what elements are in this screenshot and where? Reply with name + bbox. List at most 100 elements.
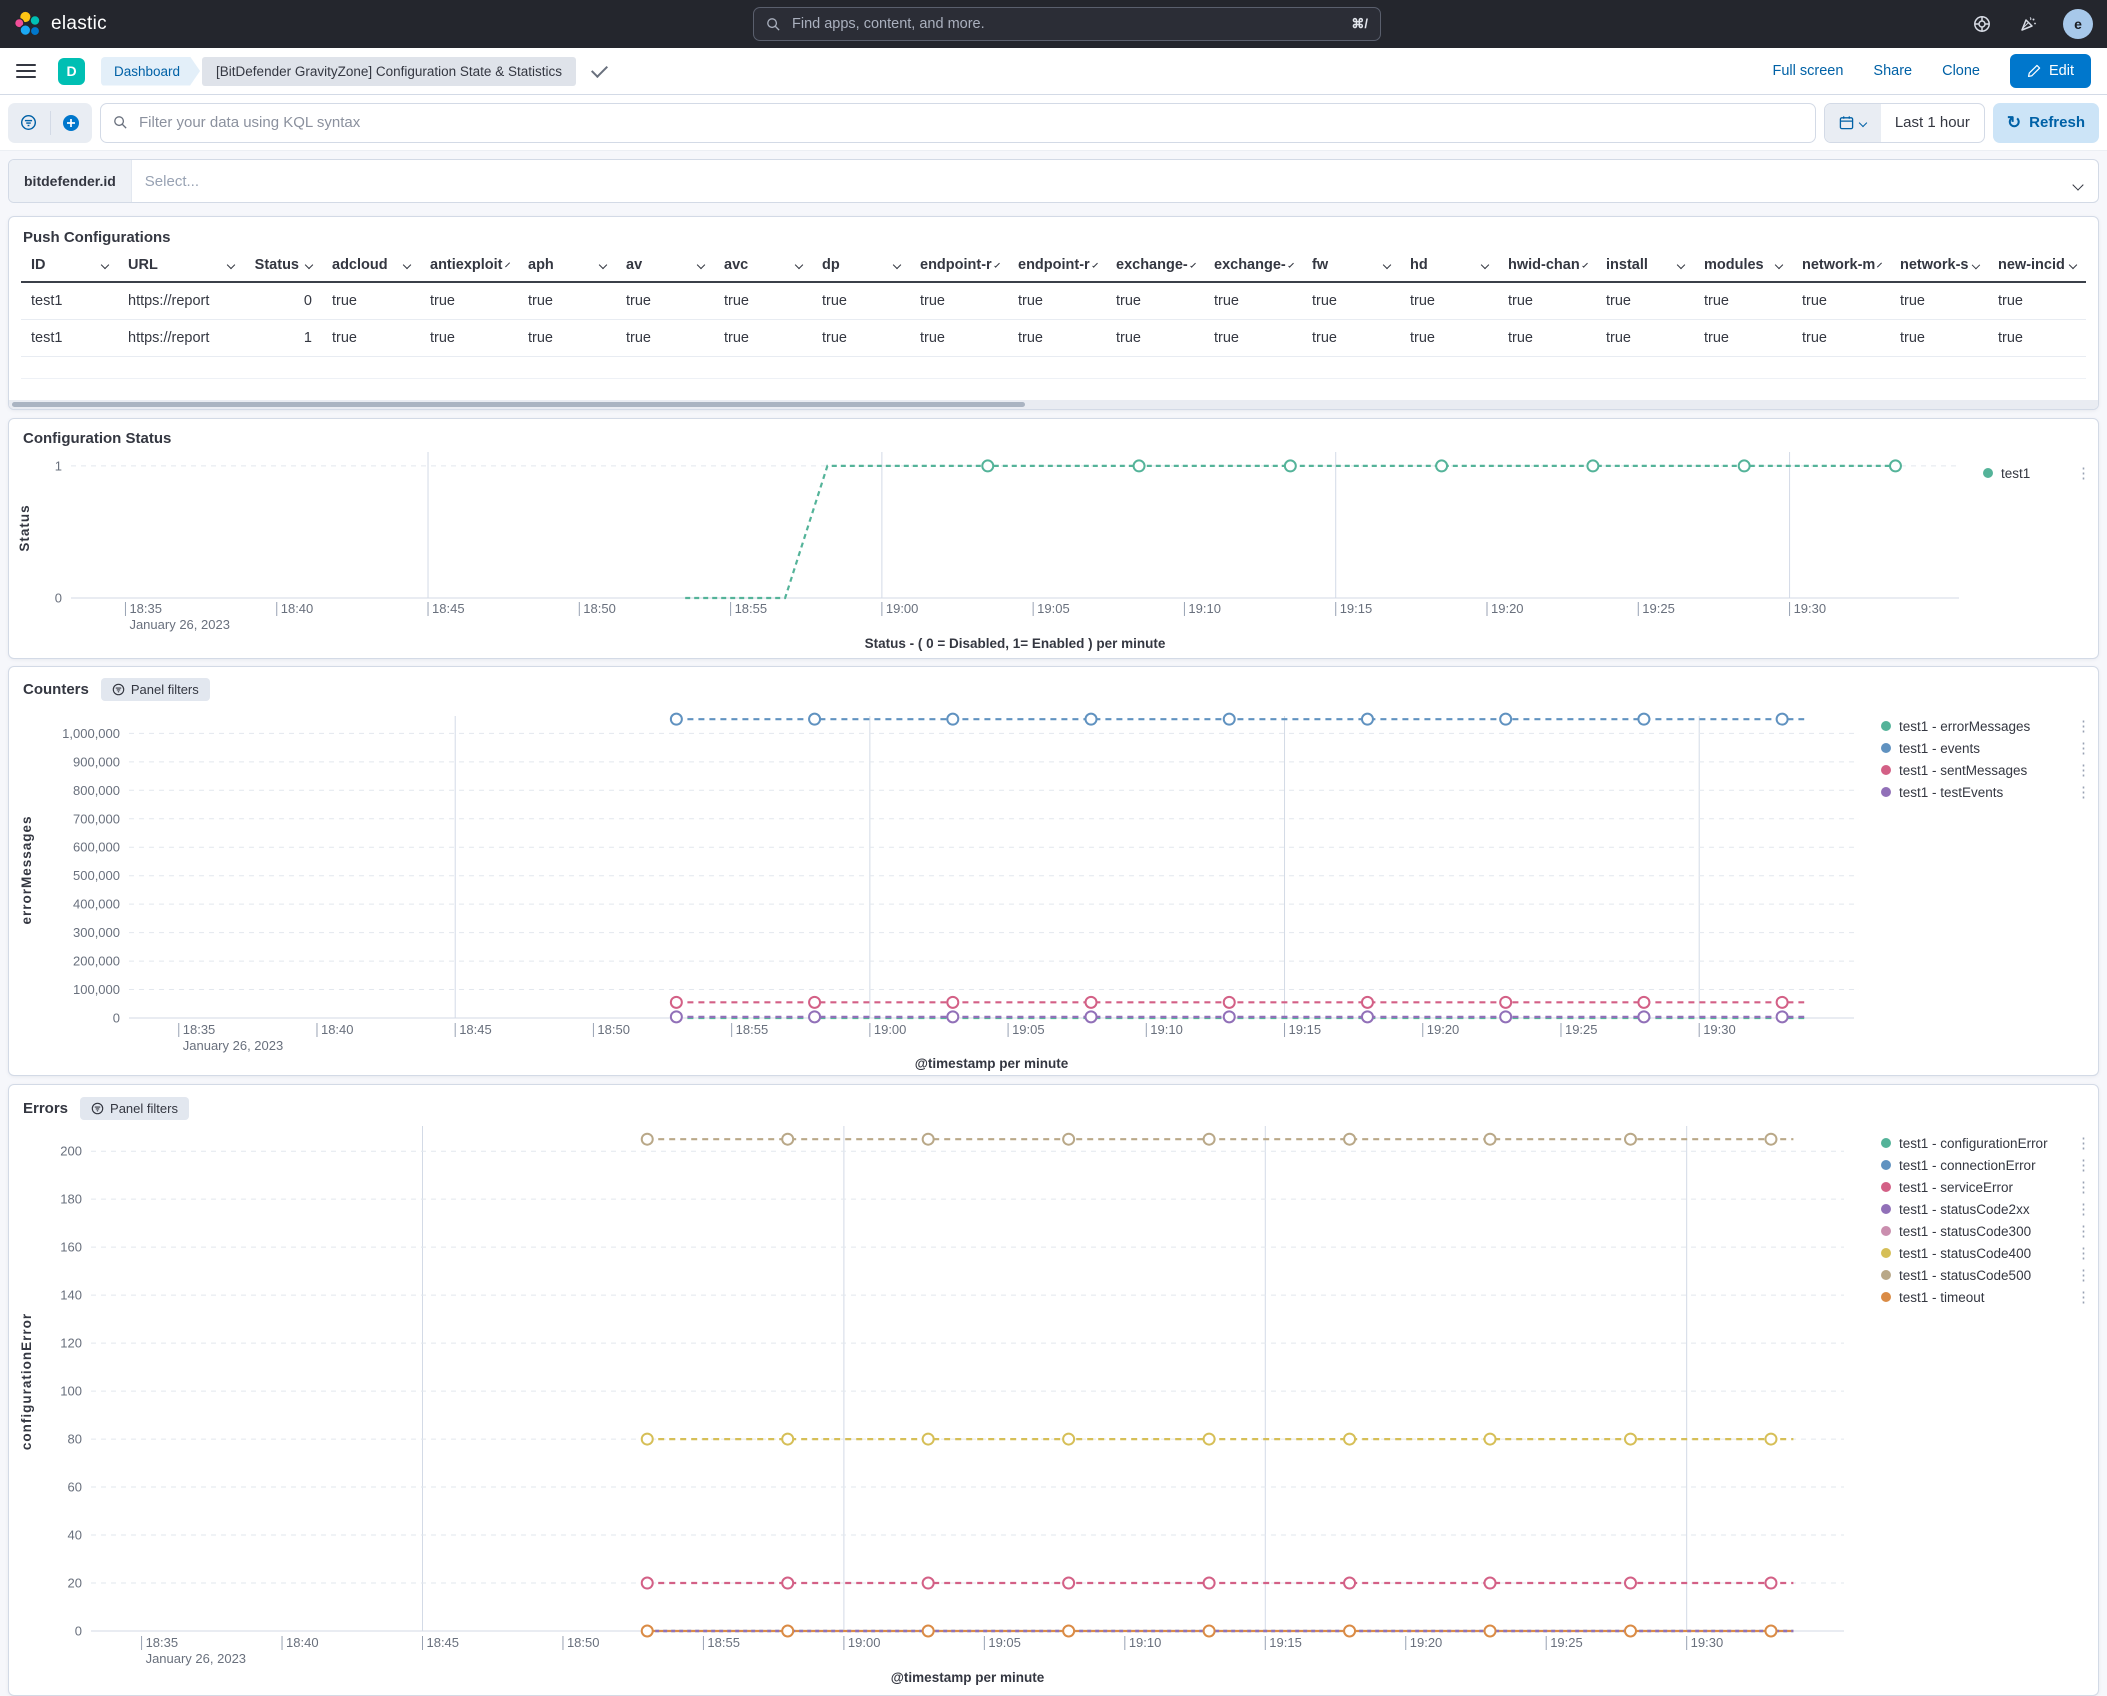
column-header-network-m[interactable]: network-m bbox=[1792, 249, 1890, 281]
breadcrumb-dashboard[interactable]: Dashboard bbox=[101, 57, 200, 86]
legend-label[interactable]: test1 - statusCode2xx bbox=[1899, 1202, 2068, 1217]
legend-item[interactable]: test1 - sentMessages ⋮ bbox=[1881, 759, 2091, 781]
legend-menu-icon[interactable]: ⋮ bbox=[2076, 1158, 2091, 1173]
horizontal-scrollbar[interactable] bbox=[9, 400, 2098, 409]
sort-chevron-icon[interactable] bbox=[2068, 260, 2078, 270]
legend-label[interactable]: test1 - events bbox=[1899, 741, 2068, 756]
legend-item[interactable]: test1 - testEvents ⋮ bbox=[1881, 781, 2091, 803]
sort-chevron-icon[interactable] bbox=[794, 260, 804, 270]
sort-chevron-icon[interactable] bbox=[1189, 262, 1196, 268]
legend-label[interactable]: test1 - serviceError bbox=[1899, 1180, 2068, 1195]
sort-chevron-icon[interactable] bbox=[1676, 260, 1686, 270]
legend-menu-icon[interactable]: ⋮ bbox=[2076, 1268, 2091, 1283]
column-header-antiexploit[interactable]: antiexploit bbox=[420, 249, 518, 281]
errors-chart[interactable]: 0 20 40 60 80 100 120 140 160 180 200 18:35 January … bbox=[9, 1122, 2098, 1695]
column-header-av[interactable]: av bbox=[616, 249, 714, 281]
legend-menu-icon[interactable]: ⋮ bbox=[2076, 1180, 2091, 1195]
column-header-install[interactable]: install bbox=[1596, 249, 1694, 281]
sort-chevron-icon[interactable] bbox=[1091, 262, 1098, 268]
legend-label[interactable]: test1 - testEvents bbox=[1899, 785, 2068, 800]
legend-label[interactable]: test1 - statusCode400 bbox=[1899, 1246, 2068, 1261]
sort-chevron-icon[interactable] bbox=[1287, 262, 1294, 268]
sort-chevron-icon[interactable] bbox=[892, 260, 902, 270]
column-header-network-s[interactable]: network-s bbox=[1890, 249, 1988, 281]
column-header-fw[interactable]: fw bbox=[1302, 249, 1400, 281]
sort-chevron-icon[interactable] bbox=[1382, 260, 1392, 270]
table-row[interactable]: test1 https://report 1 true true true true true… bbox=[21, 320, 2086, 357]
legend-label[interactable]: test1 - configurationError bbox=[1899, 1136, 2068, 1151]
sort-chevron-icon[interactable] bbox=[504, 262, 510, 268]
chevron-down-icon[interactable] bbox=[2072, 179, 2084, 191]
column-header-URL[interactable]: URL bbox=[118, 249, 244, 281]
column-header-hd[interactable]: hd bbox=[1400, 249, 1498, 281]
legend-item[interactable]: test1 - statusCode500 ⋮ bbox=[1881, 1264, 2091, 1286]
legend-menu-icon[interactable]: ⋮ bbox=[2076, 1246, 2091, 1261]
panel-filters-badge[interactable]: Panel filters bbox=[100, 677, 210, 701]
filter-icon[interactable] bbox=[8, 103, 50, 143]
column-header-dp[interactable]: dp bbox=[812, 249, 910, 281]
time-range-value[interactable]: Last 1 hour bbox=[1881, 104, 1984, 142]
legend-label[interactable]: test1 bbox=[2001, 466, 2068, 481]
legend-menu-icon[interactable]: ⋮ bbox=[2076, 466, 2091, 481]
sort-chevron-icon[interactable] bbox=[598, 260, 608, 270]
global-search-input[interactable] bbox=[790, 15, 1343, 33]
column-header-Status[interactable]: Status bbox=[244, 249, 322, 281]
legend-item[interactable]: test1 - statusCode2xx ⋮ bbox=[1881, 1198, 2091, 1220]
sort-chevron-icon[interactable] bbox=[1480, 260, 1490, 270]
user-avatar[interactable]: e bbox=[2063, 9, 2093, 39]
sort-chevron-icon[interactable] bbox=[1971, 260, 1980, 270]
edit-button[interactable]: Edit bbox=[2010, 54, 2091, 88]
legend-menu-icon[interactable]: ⋮ bbox=[2076, 719, 2091, 734]
legend-label[interactable]: test1 - errorMessages bbox=[1899, 719, 2068, 734]
table-row[interactable]: test1 https://report 0 true true true true true… bbox=[21, 283, 2086, 320]
full-screen-button[interactable]: Full screen bbox=[1772, 63, 1843, 79]
help-icon[interactable] bbox=[1971, 13, 1993, 35]
sort-chevron-icon[interactable] bbox=[1774, 260, 1784, 270]
sort-chevron-icon[interactable] bbox=[993, 262, 1000, 268]
add-filter-button[interactable] bbox=[51, 103, 93, 143]
elastic-logo[interactable]: elastic bbox=[14, 10, 107, 38]
control-select[interactable]: Select... bbox=[132, 173, 199, 190]
legend-item[interactable]: test1 - events ⋮ bbox=[1881, 737, 2091, 759]
configuration-status-chart[interactable]: 0 1 18:35 January 26, 2023 18:40 18:45 18:50 18… bbox=[9, 447, 2098, 658]
legend-menu-icon[interactable]: ⋮ bbox=[2076, 1202, 2091, 1217]
legend-menu-icon[interactable]: ⋮ bbox=[2076, 763, 2091, 778]
counters-chart[interactable]: 0 100,000 200,000 300,000 400,000 500,000 600,… bbox=[9, 702, 2098, 1075]
sort-chevron-icon[interactable] bbox=[1877, 262, 1883, 268]
dashboard-app-icon[interactable]: D bbox=[58, 57, 85, 85]
legend-item[interactable]: test1 - configurationError ⋮ bbox=[1881, 1132, 2091, 1154]
legend-menu-icon[interactable]: ⋮ bbox=[2076, 1136, 2091, 1151]
legend-item[interactable]: test1 - timeout ⋮ bbox=[1881, 1286, 2091, 1308]
legend-item[interactable]: test1 ⋮ bbox=[1983, 462, 2091, 484]
column-header-endpoint-r[interactable]: endpoint-r bbox=[910, 249, 1008, 281]
sort-chevron-icon[interactable] bbox=[304, 260, 314, 270]
column-header-ID[interactable]: ID bbox=[21, 249, 118, 281]
scrollbar-thumb[interactable] bbox=[12, 402, 1026, 407]
legend-label[interactable]: test1 - connectionError bbox=[1899, 1158, 2068, 1173]
legend-menu-icon[interactable]: ⋮ bbox=[2076, 741, 2091, 756]
legend-item[interactable]: test1 - serviceError ⋮ bbox=[1881, 1176, 2091, 1198]
check-icon[interactable] bbox=[590, 60, 608, 78]
column-header-endpoint-r[interactable]: endpoint-r bbox=[1008, 249, 1106, 281]
sort-chevron-icon[interactable] bbox=[1581, 262, 1588, 268]
news-feed-icon[interactable] bbox=[2017, 13, 2039, 35]
column-header-aph[interactable]: aph bbox=[518, 249, 616, 281]
sort-chevron-icon[interactable] bbox=[226, 260, 236, 270]
legend-label[interactable]: test1 - sentMessages bbox=[1899, 763, 2068, 778]
kql-input[interactable] bbox=[137, 113, 1803, 132]
legend-menu-icon[interactable]: ⋮ bbox=[2076, 1224, 2091, 1239]
calendar-button[interactable] bbox=[1824, 103, 1881, 142]
share-button[interactable]: Share bbox=[1873, 63, 1912, 79]
column-header-adcloud[interactable]: adcloud bbox=[322, 249, 420, 281]
column-header-avc[interactable]: avc bbox=[714, 249, 812, 281]
refresh-button[interactable]: ↻ Refresh bbox=[1992, 102, 2099, 143]
legend-item[interactable]: test1 - connectionError ⋮ bbox=[1881, 1154, 2091, 1176]
global-search[interactable]: ⌘/ bbox=[753, 7, 1381, 41]
menu-icon[interactable] bbox=[16, 64, 36, 78]
panel-filters-badge[interactable]: Panel filters bbox=[80, 1097, 189, 1120]
legend-label[interactable]: test1 - statusCode300 bbox=[1899, 1224, 2068, 1239]
legend-item[interactable]: test1 - statusCode400 ⋮ bbox=[1881, 1242, 2091, 1264]
column-header-hwid-chan[interactable]: hwid-chan bbox=[1498, 249, 1596, 281]
legend-item[interactable]: test1 - statusCode300 ⋮ bbox=[1881, 1220, 2091, 1242]
column-header-exchange-[interactable]: exchange- bbox=[1106, 249, 1204, 281]
